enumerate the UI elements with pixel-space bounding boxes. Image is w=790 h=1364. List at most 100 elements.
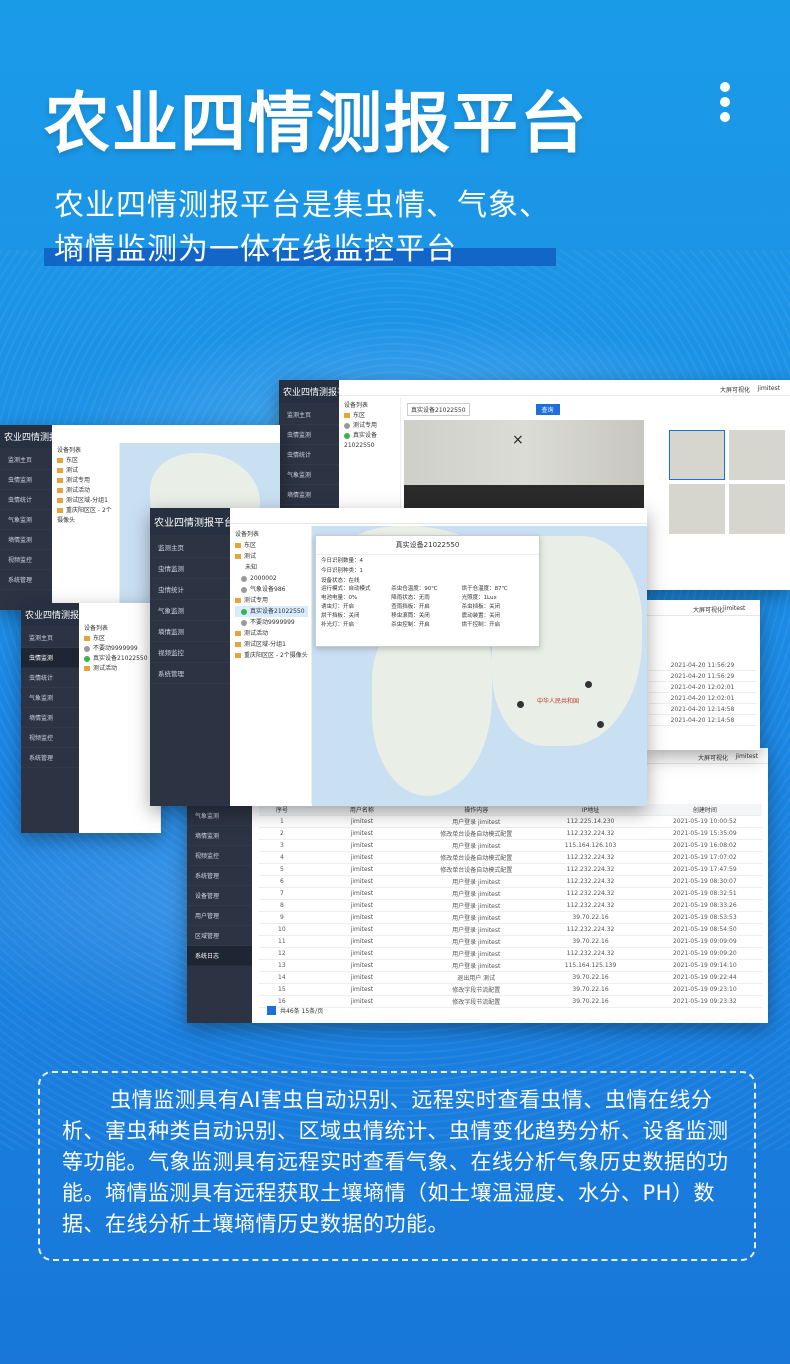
table-row: 6 jimitest 用户登录 jimitest 112.232.224.32 2021… — [259, 876, 762, 888]
tree-item: 测试专用 — [57, 476, 116, 486]
popup-field: 诱虫灯：开启 — [321, 604, 355, 610]
top-link-screen[interactable]: 大屏可视化 — [693, 605, 723, 614]
table-row: 13 jimitest 用户登录 jimitest 115.164.125.139 20… — [259, 960, 762, 972]
tree-item[interactable]: 2000002 — [235, 573, 308, 584]
description-text: 虫情监测具有AI害虫自动识别、远程实时查看虫情、虫情在线分析、害虫种类自动识别、… — [62, 1088, 729, 1236]
nav-item[interactable]: 监测主页 — [279, 405, 339, 425]
table-row: 8 jimitest 用户登录 jimitest 112.232.224.32 2021… — [259, 900, 762, 912]
nav-item[interactable]: 视频监控 — [187, 846, 252, 866]
tree-item: 测试活动 — [84, 664, 157, 674]
tree-header: 设备列表 — [84, 625, 109, 632]
pagination[interactable]: 共46条 15条/页 — [267, 1006, 323, 1015]
nav-item[interactable]: 墒情监测 — [187, 826, 252, 846]
nav-item[interactable]: 墒情监测 — [150, 621, 230, 642]
brand-label: 农业四情测报平台 — [0, 425, 76, 448]
table-row: 3 jimitest 用户登录 jimitest 115.164.126.103 202… — [259, 840, 762, 852]
tree-item: 东区 — [344, 411, 397, 421]
nav-item[interactable]: 系统管理 — [150, 663, 230, 684]
table-row: 16 jimitest 修改字段节流配置 39.70.22.16 2021-05-19 … — [259, 996, 762, 1008]
tree-item[interactable]: 重庆阳区区 - 2个摄像头 — [235, 650, 308, 661]
map-marker-icon[interactable] — [517, 701, 524, 708]
table-row: 12 jimitest 用户登录 jimitest 112.232.224.32 202… — [259, 948, 762, 960]
popup-today-kinds: 今日识别种类：1 — [321, 568, 363, 574]
query-button[interactable]: 查询 — [535, 403, 560, 415]
nav-item[interactable]: 虫情监测 — [21, 648, 79, 668]
tree-item[interactable]: 测试 — [235, 551, 308, 562]
tree-item[interactable]: 气象设备986 — [235, 584, 308, 595]
table-row: 15 jimitest 修改字段节流配置 39.70.22.16 2021-05-19 … — [259, 984, 762, 996]
top-link-user[interactable]: jimitest — [758, 385, 780, 392]
nav-item[interactable]: 视频监控 — [21, 728, 79, 748]
tree-item[interactable]: 不要动9999999 — [235, 617, 308, 628]
nav-item[interactable]: 系统管理 — [187, 866, 252, 886]
table-row: 5 jimitest 修改单台设备自动模式配置 112.232.224.32 2021-… — [259, 864, 762, 876]
popup-field: 补光灯：开启 — [321, 622, 355, 628]
brand-label: 农业四情测报平台 — [279, 380, 355, 403]
top-link-screen[interactable]: 大屏可视化 — [698, 753, 728, 762]
top-link-user[interactable]: jimitest — [723, 605, 745, 612]
nav-item[interactable]: 气象监测 — [21, 688, 79, 708]
nav-item[interactable]: 视频监控 — [150, 642, 230, 663]
popup-field: 电池电量：0% — [321, 595, 358, 601]
nav-item[interactable]: 虫情统计 — [279, 445, 339, 465]
tree-header: 设备列表 — [57, 447, 82, 454]
tree-item: 东区 — [84, 634, 157, 644]
tree-item: 真实设备21022550 — [344, 432, 378, 449]
tree-item: 真实设备21022550 — [84, 654, 157, 664]
tree-item[interactable]: 测试区域-分组1 — [235, 639, 308, 650]
map-marker-icon[interactable] — [585, 681, 592, 688]
nav-item[interactable]: 虫情统计 — [150, 579, 230, 600]
popup-field: 杀虫控制：开启 — [391, 622, 430, 628]
nav-item[interactable]: 视频监控 — [0, 550, 52, 570]
nav-item[interactable]: 墒情监测 — [21, 708, 79, 728]
nav-item[interactable]: 虫情统计 — [0, 490, 52, 510]
nav-item[interactable]: 系统管理 — [0, 570, 52, 590]
nav-item[interactable]: 气象监测 — [187, 806, 252, 826]
nav-item[interactable]: 气象监测 — [150, 600, 230, 621]
sys-nav-item[interactable]: 系统日志 — [187, 946, 252, 966]
nav-item[interactable]: 监测主页 — [0, 450, 52, 470]
map-marker-icon[interactable] — [597, 721, 604, 728]
tree-item: 重庆阳区区 - 2个摄像头 — [57, 507, 112, 524]
nav-item[interactable]: 虫情监测 — [0, 470, 52, 490]
table-row: 10 jimitest 用户登录 jimitest 112.232.224.32 202… — [259, 924, 762, 936]
more-menu-icon[interactable] — [720, 82, 734, 127]
tree-item[interactable]: 测试专用 — [235, 595, 308, 606]
tree-item: 不要动9999999 — [84, 644, 157, 654]
screenshot-insect-nav: 农业四情测报平台 监测主页 虫情监测 虫情统计 气象监测 墒情监测 视频监控 系… — [21, 603, 161, 833]
nav-item[interactable]: 墒情监测 — [0, 530, 52, 550]
tree-item[interactable]: 东区 — [235, 540, 308, 551]
popup-field: 烘干控制：开启 — [461, 622, 501, 628]
table-row: 11 jimitest 用户登录 jimitest 39.70.22.16 2021-0… — [259, 936, 762, 948]
table-row: 4 jimitest 修改单台设备自动模式配置 112.232.224.32 2021-… — [259, 852, 762, 864]
tree-item[interactable]: 真实设备21022550 — [235, 606, 308, 617]
brand-label: 农业四情测报平台 — [21, 603, 97, 626]
nav-item[interactable]: 系统管理 — [21, 748, 79, 768]
nav-item[interactable]: 气象监测 — [0, 510, 52, 530]
subtitle-line2: 墒情监测为一体在线监控平台 — [54, 232, 457, 267]
popup-field: 杀虫挡板：关闭 — [461, 604, 501, 610]
sys-nav-item[interactable]: 设备管理 — [187, 886, 252, 906]
tree-header: 设备列表 — [344, 402, 369, 409]
nav-item[interactable]: 监测主页 — [21, 628, 79, 648]
device-info-popup: 真实设备21022550 今日识别数量：4 今日识别种类：1 设备状态：在线 运… — [315, 535, 540, 647]
top-link-screen[interactable]: 大屏可视化 — [720, 385, 750, 394]
tree-item[interactable]: 测试活动 — [235, 628, 308, 639]
nav-item[interactable]: 虫情监测 — [150, 558, 230, 579]
china-label: 中华人民共和国 — [537, 698, 580, 705]
sys-nav-item[interactable]: 用户管理 — [187, 906, 252, 926]
popup-field: 烘干挡板：关闭 — [321, 613, 360, 619]
nav-item[interactable]: 气象监测 — [279, 465, 339, 485]
nav-item[interactable]: 虫情统计 — [21, 668, 79, 688]
nav-item[interactable]: 监测主页 — [150, 537, 230, 558]
tree-item: 测试活动 — [57, 486, 116, 496]
device-select[interactable]: 真实设备21022550 — [407, 402, 470, 416]
tree-item[interactable]: 未知 — [235, 562, 308, 573]
sys-nav-item[interactable]: 区域管理 — [187, 926, 252, 946]
top-link-user[interactable]: jimitest — [736, 753, 758, 760]
popup-status: 设备状态：在线 — [321, 578, 360, 584]
nav-item[interactable]: 墒情监测 — [279, 485, 339, 505]
tree-item: 测试 — [57, 466, 116, 476]
nav-item[interactable]: 虫情监测 — [279, 425, 339, 445]
popup-today-count: 今日识别数量：4 — [321, 558, 363, 564]
